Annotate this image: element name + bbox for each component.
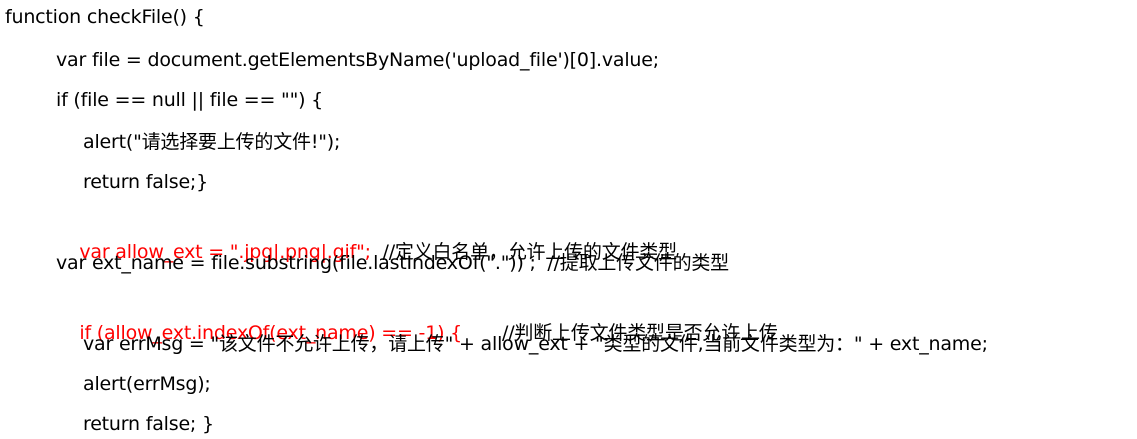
code-line-9: var errMsg = "该文件不允许上传，请上传" + allow_ext … — [83, 333, 988, 355]
code-line-11: return false; } — [83, 413, 214, 435]
code-line-3: if (file == null || file == "") { — [56, 89, 324, 111]
code-line-7: var ext_name = file.substring(file.lastI… — [56, 252, 729, 274]
code-snippet: function checkFile() { var file = docume… — [0, 0, 1137, 438]
code-line-6: var allow_ext = ".jpg|.png|.gif"; //定义白名… — [56, 207, 677, 263]
code-line-4: alert("请选择要上传的文件!"); — [83, 131, 341, 153]
code-line-5: return false;} — [83, 171, 209, 193]
code-line-8: if (allow_ext.indexOf(ext_name) == -1) {… — [56, 288, 777, 344]
code-line-2: var file = document.getElementsByName('u… — [56, 49, 659, 71]
code-line-1: function checkFile() { — [5, 6, 205, 28]
code-line-10: alert(errMsg); — [83, 373, 211, 395]
